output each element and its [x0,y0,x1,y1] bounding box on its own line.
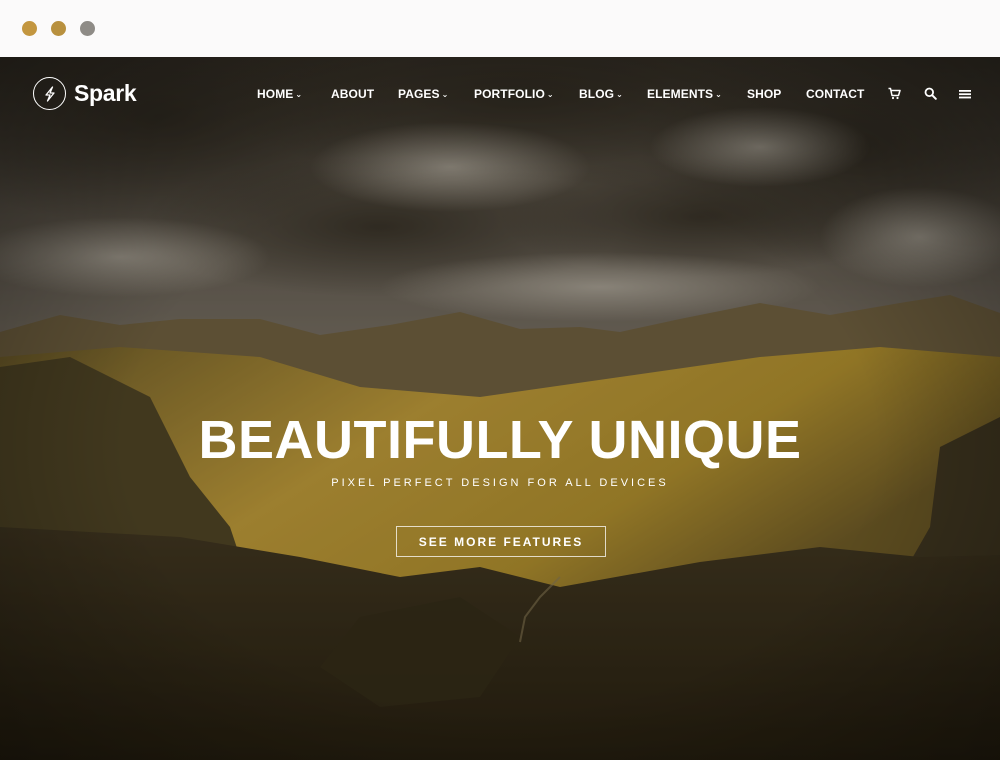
nav-item-blog[interactable]: BLOG ⌄ [579,87,623,103]
nav-label: PAGES [398,87,440,101]
nav-item-shop[interactable]: SHOP [747,87,781,101]
nav-label: BLOG [579,87,615,101]
nav-item-home[interactable]: HOME ⌄ [257,87,302,103]
main-navigation: HOME ⌄ ABOUT PAGES ⌄ PORTFOLIO ⌄ BLOG ⌄ ELEM… [0,87,1000,103]
chevron-down-icon: ⌄ [616,90,623,99]
nav-item-portfolio[interactable]: PORTFOLIO ⌄ [474,87,554,103]
nav-label: PORTFOLIO [474,87,545,101]
see-more-features-button[interactable]: SEE MORE FEATURES [396,526,606,557]
menu-icon[interactable] [959,87,973,101]
nav-label: CONTACT [806,87,865,101]
nav-item-about[interactable]: ABOUT [331,87,374,101]
hero-background-image [0,57,1000,760]
chevron-down-icon: ⌄ [441,90,449,99]
window-close-dot[interactable] [22,21,37,36]
nav-label: ABOUT [331,87,375,101]
window-maximize-dot[interactable] [80,21,95,36]
chevron-down-icon: ⌄ [295,90,303,99]
browser-title-bar [0,0,1000,57]
nav-label: HOME [257,87,294,101]
nav-label: SHOP [747,87,782,101]
cart-icon[interactable] [888,87,902,101]
hero-section: Spark HOME ⌄ ABOUT PAGES ⌄ PORTFOLIO ⌄ BLOG… [0,57,1000,760]
chevron-down-icon: ⌄ [546,90,554,99]
nav-item-elements[interactable]: ELEMENTS ⌄ [647,87,722,103]
nav-item-pages[interactable]: PAGES ⌄ [398,87,448,103]
nav-label: ELEMENTS [647,87,714,101]
window-minimize-dot[interactable] [51,21,66,36]
hero-headline: BEAUTIFULLY UNIQUE [198,410,802,470]
hero-subline: PIXEL PERFECT DESIGN FOR ALL DEVICES [331,477,669,489]
chevron-down-icon: ⌄ [715,90,722,99]
nav-item-contact[interactable]: CONTACT [806,87,864,101]
search-icon[interactable] [924,87,938,101]
